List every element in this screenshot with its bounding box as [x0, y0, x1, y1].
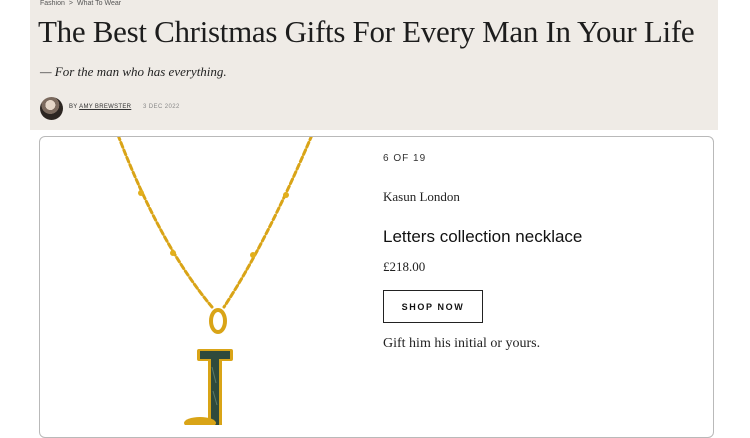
breadcrumb-link-what-to-wear[interactable]: What To Wear — [77, 0, 121, 7]
product-brand: Kasun London — [383, 189, 460, 204]
byline-label: BY — [69, 104, 78, 110]
product-name: Letters collection necklace — [383, 227, 583, 246]
breadcrumb-link-fashion[interactable]: Fashion — [40, 0, 65, 7]
article-header: Fashion > What To Wear The Best Christmas … — [30, 0, 718, 130]
shop-now-button[interactable]: SHOP NOW — [383, 290, 483, 323]
publish-date: 3 DEC 2022 — [143, 104, 180, 110]
article-standfirst: — For the man who has everything. — [40, 64, 227, 79]
gold-letter-necklace-image[interactable] — [100, 136, 330, 425]
product-price: £218.00 — [383, 259, 426, 274]
product-description: Gift him his initial or yours. — [383, 336, 541, 351]
breadcrumb-separator: > — [68, 0, 73, 7]
author-avatar[interactable] — [40, 97, 63, 120]
author-link[interactable]: AMY BREWSTER — [79, 104, 131, 110]
byline: BY AMY BREWSTER — [69, 104, 131, 110]
product-card: 6 OF 19 Kasun London Letters collection … — [39, 136, 714, 438]
breadcrumb: Fashion > What To Wear — [40, 0, 121, 7]
article-title: The Best Christmas Gifts For Every Man I… — [38, 14, 695, 49]
slide-counter: 6 OF 19 — [383, 153, 427, 164]
